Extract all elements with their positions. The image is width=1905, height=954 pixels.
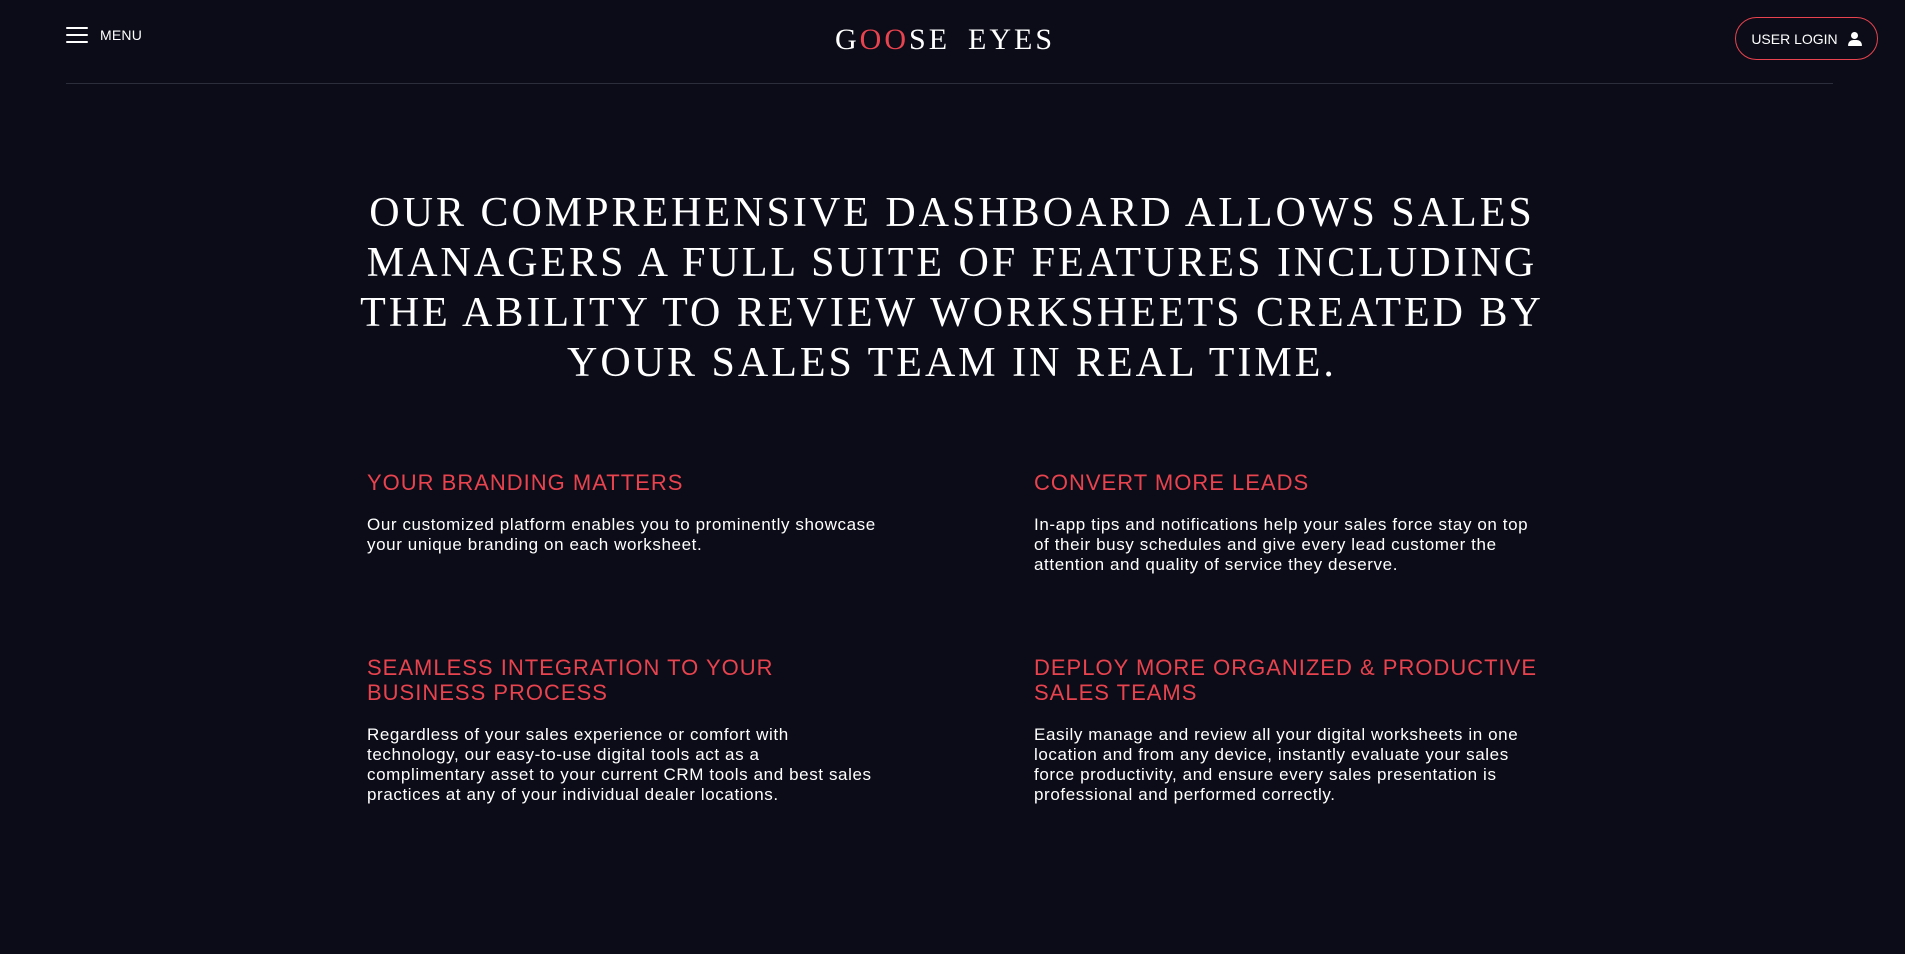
logo-word-eyes: EYES bbox=[968, 23, 1056, 56]
feature-title: CONVERT MORE LEADS bbox=[1034, 470, 1310, 495]
feature-text: Our customized platform enables you to p… bbox=[367, 515, 876, 554]
feature-text: Easily manage and review all your digita… bbox=[1034, 725, 1519, 804]
person-icon bbox=[1847, 31, 1862, 46]
header-divider bbox=[66, 83, 1833, 84]
logo-letter-g: G bbox=[835, 23, 860, 56]
page-headline: OUR COMPREHENSIVE DASHBOARD ALLOWS SALES… bbox=[360, 190, 1544, 386]
feature-text: Regardless of your sales experience or c… bbox=[367, 725, 872, 804]
hamburger-icon bbox=[66, 27, 88, 43]
logo-letters-se: SE bbox=[909, 23, 951, 56]
feature-title: SEAMLESS INTEGRATION TO YOUR BUSINESS PR… bbox=[367, 655, 774, 705]
goose-eyes-logo[interactable]: G OO SE EYES bbox=[835, 14, 1052, 66]
user-login-label: USER LOGIN bbox=[1751, 30, 1838, 47]
feature-integration: SEAMLESS INTEGRATION TO YOUR BUSINESS PR… bbox=[367, 655, 877, 805]
menu-button[interactable]: MENU bbox=[66, 27, 142, 43]
site-header: MENU G OO SE EYES USER LOGIN bbox=[0, 0, 1905, 84]
user-login-button[interactable]: USER LOGIN bbox=[1735, 17, 1878, 60]
logo-slash bbox=[950, 17, 966, 63]
feature-organized-teams: DEPLOY MORE ORGANIZED & PRODUCTIVE SALES… bbox=[1034, 655, 1544, 805]
feature-text: In-app tips and notifications help your … bbox=[1034, 515, 1529, 574]
feature-title: DEPLOY MORE ORGANIZED & PRODUCTIVE SALES… bbox=[1034, 655, 1538, 705]
logo-letters-oo: OO bbox=[859, 23, 910, 56]
menu-label: MENU bbox=[100, 27, 143, 43]
feature-title: YOUR BRANDING MATTERS bbox=[367, 470, 684, 495]
feature-convert-leads: CONVERT MORE LEADS In-app tips and notif… bbox=[1034, 470, 1544, 575]
feature-branding: YOUR BRANDING MATTERS Our customized pla… bbox=[367, 470, 877, 555]
